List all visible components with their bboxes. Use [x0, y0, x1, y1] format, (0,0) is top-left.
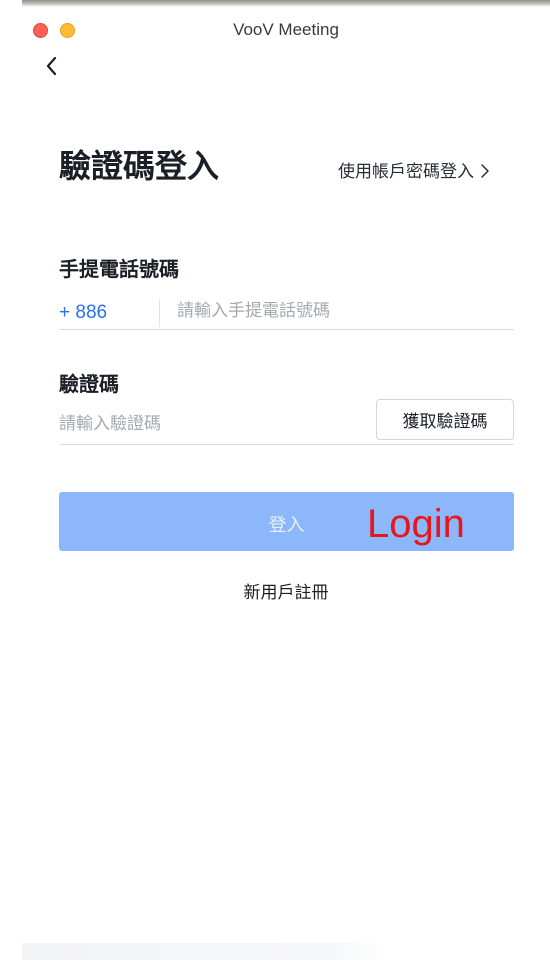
- phone-divider: [159, 299, 160, 327]
- code-field: 獲取驗證碼: [59, 399, 514, 445]
- password-login-link[interactable]: 使用帳戶密碼登入: [338, 157, 492, 182]
- code-label: 驗證碼: [59, 372, 119, 396]
- app-window: VooV Meeting 驗證碼登入 使用帳戶密碼登入 手提電話號碼 + 886…: [22, 7, 550, 960]
- get-code-button[interactable]: 獲取驗證碼: [376, 399, 514, 440]
- login-button-label: 登入: [268, 515, 305, 536]
- bottom-shade: [22, 943, 388, 960]
- register-link[interactable]: 新用戶註冊: [22, 578, 550, 603]
- window-title: VooV Meeting: [233, 20, 339, 39]
- code-input[interactable]: [59, 411, 359, 437]
- phone-label: 手提電話號碼: [59, 257, 179, 281]
- login-button[interactable]: 登入: [59, 492, 514, 551]
- page-title: 驗證碼登入: [59, 147, 220, 185]
- back-button[interactable]: [40, 53, 64, 79]
- chevron-right-icon: [478, 163, 492, 179]
- password-login-link-label: 使用帳戶密碼登入: [338, 162, 474, 182]
- chevron-left-icon: [46, 56, 57, 76]
- window-top-edge: [22, 0, 550, 7]
- phone-input[interactable]: [177, 298, 507, 324]
- phone-field: + 886: [59, 292, 514, 330]
- country-code-selector[interactable]: + 886: [59, 302, 107, 324]
